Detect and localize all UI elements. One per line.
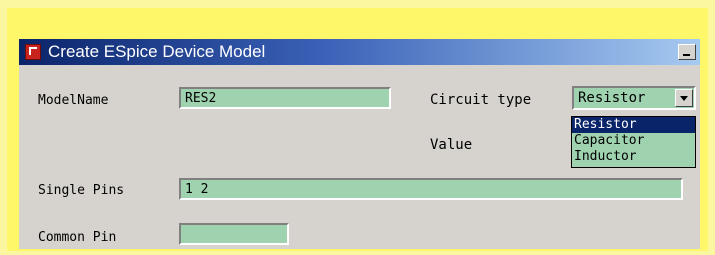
option-inductor[interactable]: Inductor [572, 149, 695, 165]
model-name-label: ModelName [38, 93, 109, 108]
single-pins-label: Single Pins [38, 183, 125, 198]
window-title: Create ESpice Device Model [48, 42, 266, 61]
dialog-window: Create ESpice Device Model ModelName RES… [19, 39, 700, 249]
minimize-button[interactable] [678, 44, 696, 60]
title-bar[interactable]: Create ESpice Device Model [19, 39, 700, 65]
circuit-type-dropdown-list: Resistor Capacitor Inductor [571, 116, 696, 168]
dropdown-arrow-icon[interactable] [675, 89, 693, 107]
common-pin-field[interactable] [179, 223, 289, 245]
option-resistor[interactable]: Resistor [572, 117, 695, 133]
circuit-type-select[interactable]: Resistor [572, 86, 696, 110]
circuit-type-label: Circuit type [430, 92, 532, 108]
value-label: Value [430, 137, 473, 153]
app-icon [25, 44, 41, 60]
common-pin-label: Common Pin [38, 230, 117, 245]
circuit-type-selected: Resistor [578, 90, 646, 106]
model-name-field[interactable]: RES2 [179, 87, 391, 109]
option-capacitor[interactable]: Capacitor [572, 133, 695, 149]
single-pins-field[interactable]: 1 2 [179, 178, 683, 200]
